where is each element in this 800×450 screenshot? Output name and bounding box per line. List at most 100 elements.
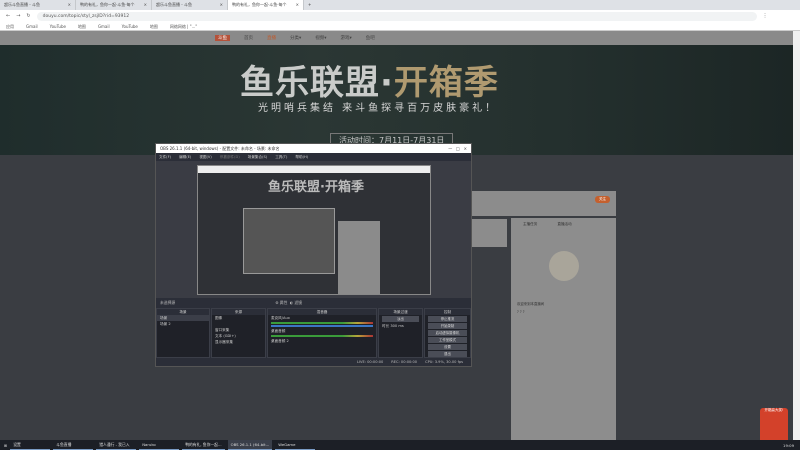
tab-title: 超乐斗鱼直播 - 斗鱼 [156,2,192,7]
start-icon[interactable]: ⊞ [4,443,7,448]
bookmark[interactable]: 地图 [78,24,86,29]
close-icon[interactable]: × [220,2,223,8]
minimize-icon[interactable]: — [448,146,452,151]
new-tab-button[interactable]: + [304,0,316,10]
chat-message: ? ? ? [517,310,525,314]
site-logo[interactable]: 斗鱼 [215,35,230,41]
back-icon[interactable]: ← [6,13,10,19]
bookmarks-bar: 应用 Gmail YouTube 地图 Gmail YouTube 地图 网络网… [0,22,800,31]
close-icon[interactable]: × [144,2,147,8]
obs-status-bar: LIVE: 00:00:00 REC: 00:00:00 CPU: 3.9%, 30… [156,358,471,366]
volume-slider[interactable] [271,325,373,327]
taskbar-item[interactable]: 鸭的有礼, 鱼你一起... [182,440,225,450]
obs-preview[interactable]: 鱼乐联盟·开箱季 [156,161,471,298]
reload-icon[interactable]: ↻ [26,13,30,19]
taskbar-item[interactable]: WeGame [275,440,316,450]
room-info [470,219,507,247]
taskbar-item[interactable]: 猎人通行 - 我已入 [96,440,137,450]
source-item[interactable]: 显示器采集 [212,339,265,345]
captured-display: 鱼乐联盟·开箱季 [197,165,431,295]
studio-mode-button[interactable]: 工作室模式 [428,337,467,343]
tab-title: 鸭的有礼，鱼你一起·斗鱼·每个 [80,2,135,7]
taskbar-item[interactable]: 设置 [10,440,51,450]
cpu-fps: CPU: 3.9%, 30.00 fps [425,360,463,364]
source-toolbar: 未选择源 ⚙ 属性 ◐ 滤镜 [156,298,471,307]
virtual-camera-button[interactable]: 启动虚拟摄像机 [428,330,467,336]
mixer-dock: 混音器 麦克风/Aux 桌面音频 桌面音频 2 [267,308,377,358]
settings-button[interactable]: 设置 [428,344,467,350]
sources-dock: 来源 图像 窗口采集 文本 (GDI+) 显示器采集 [211,308,266,358]
close-icon[interactable]: × [464,146,467,151]
clock[interactable]: 19:09 [783,443,800,448]
obs-window: OBS 26.1.1 (64-bit, windows) - 配置文件: 未命名… [155,143,472,367]
event-banner: 鱼乐联盟·开箱季 光明哨兵集结 来斗鱼探寻百万皮肤豪礼！ 活动时间：7月11日-… [0,45,793,155]
bookmark[interactable]: Gmail [26,24,38,29]
transition-select[interactable]: 淡出 [382,316,419,322]
scene-item[interactable]: 场景 2 [157,321,209,327]
gift-label: 开箱赢大奖! [764,408,784,412]
no-source-label: 未选择源 [160,300,176,305]
duration-input[interactable]: 300 ms [390,324,403,328]
taskbar-item[interactable]: OBS 26.1.1 (64-bit... [227,440,273,450]
mixer-channel: 麦克风/Aux [271,316,290,320]
captured-browser-bar [198,166,430,173]
nav-item[interactable]: 视频▾ [315,35,326,41]
live-time: LIVE: 00:00:00 [356,360,384,364]
chat-message: 欢迎来到本直播间 [517,302,545,306]
close-icon[interactable]: × [68,2,71,8]
browser-tab[interactable]: 鸭的有礼，鱼你一起·斗鱼·每个 × [76,0,152,10]
captured-chat-panel [338,221,380,294]
page-scrollbar[interactable] [793,31,800,440]
captured-banner-title: 鱼乐联盟·开箱季 [268,180,364,195]
volume-meter [271,334,373,337]
menu-item[interactable]: 工具(T) [275,155,287,159]
menu-item[interactable]: 文件(F) [159,155,171,159]
url-input[interactable]: douyu.com/topic/styl_zsjlD?rid=93912 [36,11,757,21]
maximize-icon[interactable]: □ [456,146,460,151]
menu-item[interactable]: 视图(V) [199,155,211,159]
bookmark[interactable]: 地图 [150,24,158,29]
volume-meter [271,322,373,324]
chat-tab[interactable]: 直播活动 [557,222,571,227]
bookmark[interactable]: YouTube [50,24,66,29]
nav-item[interactable]: 游戏▾ [341,35,352,41]
exit-button[interactable]: 退出 [428,351,467,357]
menu-item[interactable]: 场景集合(S) [248,155,267,159]
follow-button[interactable]: 关注 [595,196,610,203]
nav-item[interactable]: 首页 [244,35,253,41]
browser-tab-active[interactable]: 鸭的有礼，鱼你一起·斗鱼·每个 × [228,0,304,10]
dock-title: 场景过渡 [379,309,422,315]
close-icon[interactable]: × [296,2,299,8]
properties-button[interactable]: ⚙ 属性 [275,300,287,305]
chat-panel: 主播任务 直播活动 欢迎来到本直播间 ? ? ? [511,218,616,440]
chat-tabs: 主播任务 直播活动 [511,218,616,231]
obs-title-bar: OBS 26.1.1 (64-bit, windows) - 配置文件: 未命名… [156,144,471,153]
start-recording-button[interactable]: 开始录制 [428,323,467,329]
banner-subtitle: 光明哨兵集结 来斗鱼探寻百万皮肤豪礼！ [258,103,499,114]
chat-tab[interactable]: 主播任务 [523,222,537,227]
bookmark[interactable]: 网络网络 | "..." [170,24,197,29]
dock-title: 控制 [425,309,470,315]
obs-menu-bar: 文件(F) 编辑(E) 视图(V) 停靠部件(D) 场景集合(S) 工具(T) 帮助(H) [156,153,471,161]
nav-item[interactable]: 直播 [267,35,276,41]
menu-item[interactable]: 帮助(H) [295,155,308,159]
taskbar-item[interactable]: Naruko [139,440,180,450]
filters-button[interactable]: ◐ 滤镜 [290,300,302,305]
bookmark[interactable]: Gmail [98,24,110,29]
taskbar-item[interactable]: 斗鱼直播 [53,440,94,450]
menu-item[interactable]: 编辑(E) [179,155,191,159]
menu-item[interactable]: 停靠部件(D) [220,155,240,159]
bookmark[interactable]: YouTube [122,24,138,29]
scenes-dock: 场景 场景 场景 2 [156,308,210,358]
bookmark[interactable]: 应用 [6,24,14,29]
tab-title: 鸭的有礼，鱼你一起·斗鱼·每个 [232,2,287,7]
tab-title: 超乐斗鱼直播 - 斗鱼 [4,2,40,7]
forward-icon[interactable]: → [16,13,20,19]
nav-item[interactable]: 鱼吧 [366,35,375,41]
browser-tab[interactable]: 超乐斗鱼直播 - 斗鱼 × [152,0,228,10]
menu-icon[interactable]: ⋮ [763,13,768,19]
stop-streaming-button[interactable]: 停止推流 [428,316,467,322]
browser-tab[interactable]: 超乐斗鱼直播 - 斗鱼 × [0,0,76,10]
nav-item[interactable]: 分类▾ [290,35,301,41]
mixer-channel: 桌面音频 2 [271,338,289,343]
